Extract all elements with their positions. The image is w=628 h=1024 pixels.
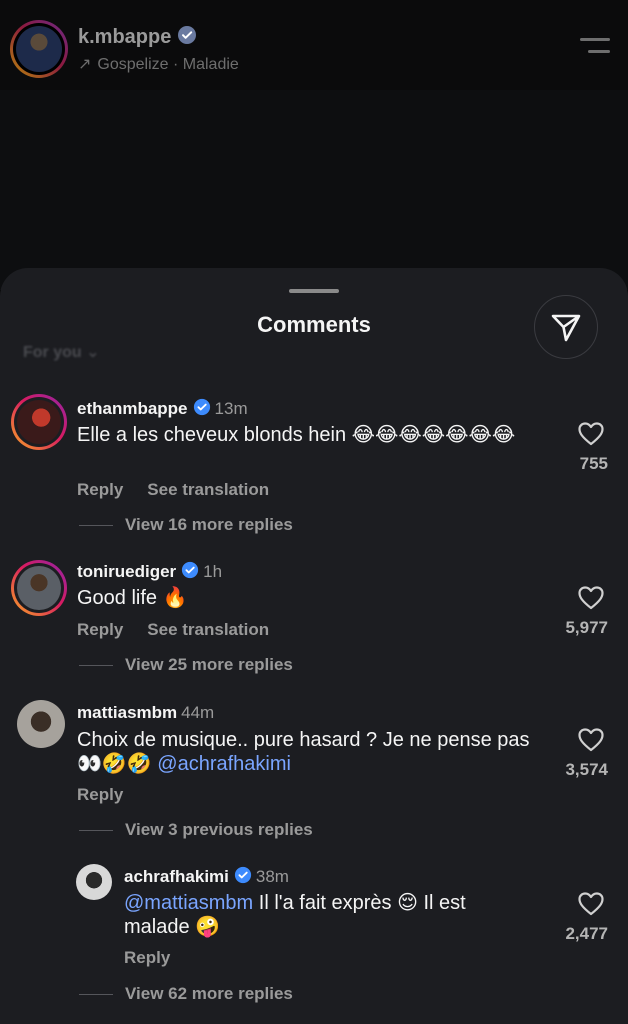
view-replies-label: View 3 previous replies <box>125 820 313 839</box>
verified-badge-icon <box>234 866 252 889</box>
post-header: k.mbappe ↗ Gospelize · Maladie <box>0 0 628 90</box>
see-translation-button[interactable]: See translation <box>147 480 269 499</box>
post-author-avatar[interactable] <box>10 20 68 78</box>
avatar[interactable] <box>76 864 112 900</box>
heart-icon <box>578 586 604 610</box>
verified-badge-icon <box>177 25 197 51</box>
like-count: 2,477 <box>565 924 608 943</box>
comment-text: Good life 🔥 <box>77 587 188 609</box>
sort-label: For you <box>23 344 82 361</box>
send-icon <box>551 314 581 342</box>
avatar[interactable] <box>17 700 65 748</box>
like-count: 5,977 <box>565 618 608 637</box>
post-username[interactable]: k.mbappe <box>78 26 171 48</box>
comment-username[interactable]: mattiasmbm <box>77 703 177 722</box>
post-subtitle: Gospelize · Maladie <box>97 56 239 73</box>
reply-button[interactable]: Reply <box>77 480 123 499</box>
comment-username[interactable]: toniruediger <box>77 562 176 581</box>
avatar[interactable] <box>11 394 67 450</box>
heart-icon <box>578 728 604 752</box>
avatar[interactable] <box>11 560 67 616</box>
comment-text: Elle a les cheveux blonds hein 😂😂😂😂😂😂😂 <box>77 424 516 446</box>
view-replies-button[interactable]: View 3 previous replies <box>79 820 313 840</box>
comment-text: @mattiasmbm Il l'a fait exprès 😌 Il est … <box>124 891 524 939</box>
view-replies-button[interactable]: View 62 more replies <box>79 984 293 1004</box>
like-button[interactable]: 755 <box>548 422 608 474</box>
comment-username[interactable]: achrafhakimi <box>124 867 229 886</box>
comment-time: 38m <box>255 867 289 886</box>
view-replies-button[interactable]: View 25 more replies <box>79 655 293 675</box>
verified-badge-icon <box>181 561 199 584</box>
arrow-up-right-icon: ↗ <box>78 56 92 73</box>
like-button[interactable]: 3,574 <box>548 728 608 780</box>
share-button[interactable] <box>534 295 598 359</box>
post-media <box>0 90 628 290</box>
post-audio-link[interactable]: ↗ Gospelize · Maladie <box>78 54 239 74</box>
reply-button[interactable]: Reply <box>77 785 123 804</box>
comment-time: 1h <box>203 562 223 581</box>
see-translation-button[interactable]: See translation <box>147 620 269 639</box>
like-count: 3,574 <box>565 760 608 779</box>
comment-username[interactable]: ethanmbappe <box>77 399 188 418</box>
view-replies-label: View 16 more replies <box>125 515 293 534</box>
like-button[interactable]: 5,977 <box>548 586 608 638</box>
reply-button[interactable]: Reply <box>77 620 123 639</box>
heart-icon <box>578 892 604 916</box>
sheet-drag-handle[interactable] <box>289 289 339 293</box>
like-button[interactable]: 2,477 <box>548 892 608 944</box>
view-replies-button[interactable]: View 16 more replies <box>79 515 293 535</box>
comments-sheet: Comments For you ⌄ ethanmbappe 13m Elle a… <box>0 268 628 1024</box>
comment-text: Choix de musique.. pure hasard ? Je ne p… <box>77 728 542 776</box>
comment-time: 13m <box>214 399 248 418</box>
comment-time: 44m <box>181 703 215 722</box>
comment-text-body: Choix de musique.. pure hasard ? Je ne p… <box>77 729 530 775</box>
like-count: 755 <box>579 454 608 473</box>
reply-button[interactable]: Reply <box>124 948 170 967</box>
menu-icon[interactable] <box>580 38 610 58</box>
post-author[interactable]: k.mbappe <box>78 25 197 51</box>
mention-link[interactable]: @achrafhakimi <box>157 753 291 775</box>
mention-link[interactable]: @mattiasmbm <box>124 892 253 914</box>
heart-icon <box>578 422 604 446</box>
sort-dropdown[interactable]: For you ⌄ <box>23 342 100 362</box>
verified-badge-icon <box>193 398 211 421</box>
view-replies-label: View 62 more replies <box>125 984 293 1003</box>
view-replies-label: View 25 more replies <box>125 655 293 674</box>
